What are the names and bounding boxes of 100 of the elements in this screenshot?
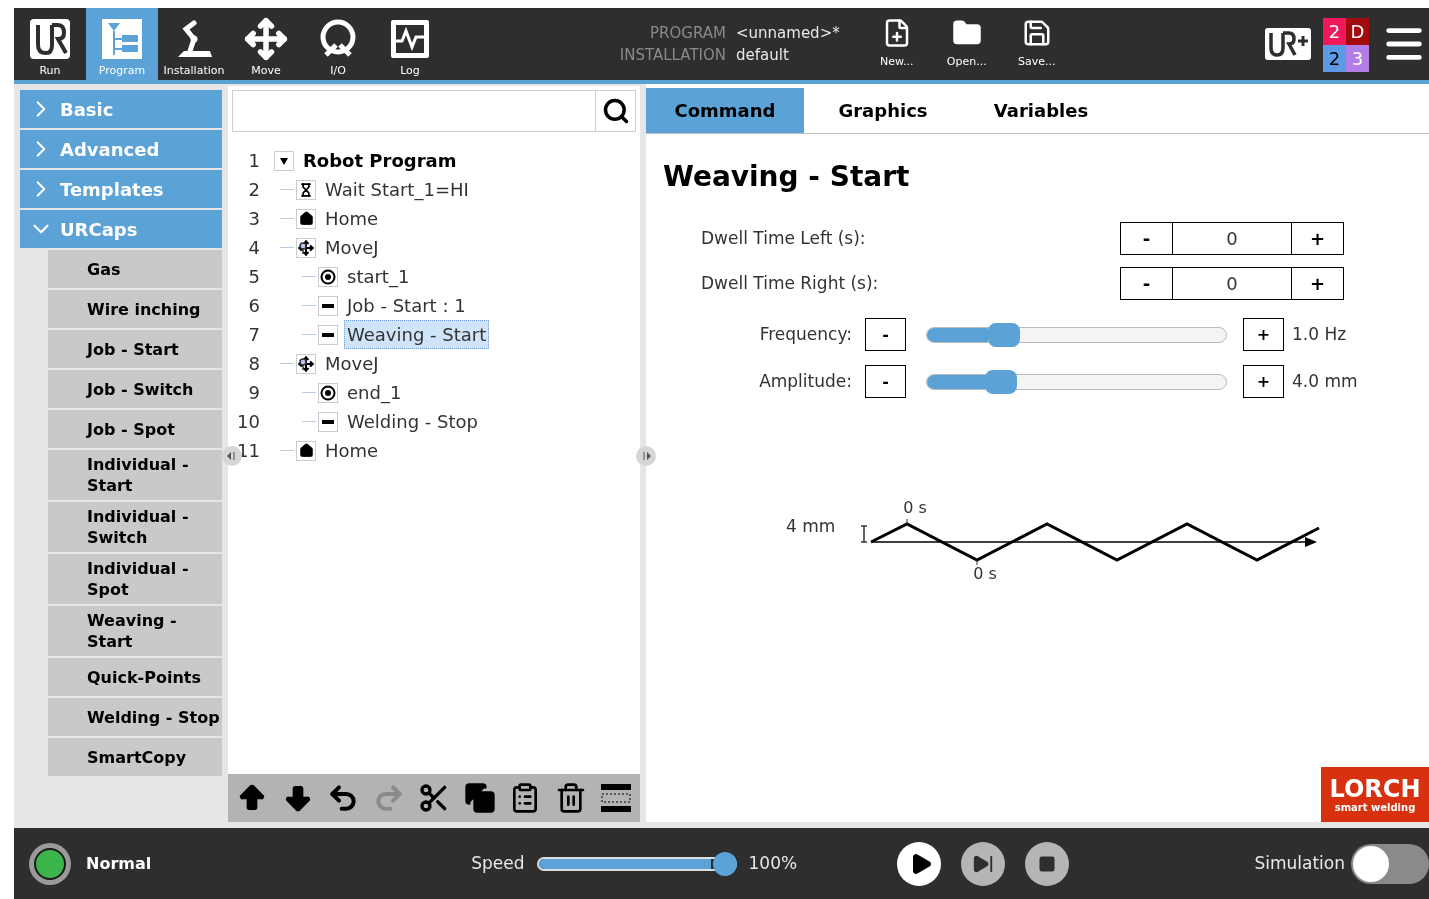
line-number: 6 (247, 294, 260, 318)
badge-cell: 2 (1323, 18, 1346, 45)
tree-node-label[interactable]: Weaving - Start (344, 320, 490, 349)
slider-label: Amplitude: (758, 369, 852, 393)
slider[interactable] (926, 369, 1227, 394)
decrement-button[interactable]: - (865, 318, 906, 351)
file-button[interactable]: New... (861, 8, 932, 80)
minus-icon (318, 324, 338, 345)
urcap-item[interactable]: Welding - Stop (48, 698, 222, 736)
program-label: PROGRAM (649, 23, 726, 44)
urcap-item[interactable]: Individual - Switch (48, 502, 222, 552)
line-number: 10 (236, 410, 260, 434)
dwell-label: Dwell Time Right (s): (701, 271, 879, 295)
move-arrows-icon (244, 16, 288, 61)
urcap-item[interactable]: Job - Spot (48, 410, 222, 448)
nav-tab[interactable]: Run (14, 8, 86, 80)
search-icon[interactable] (601, 97, 630, 125)
stop-icon (1038, 854, 1057, 873)
panel-tab[interactable]: Command (646, 88, 804, 133)
pin-icon (299, 241, 307, 254)
line-number: 11 (236, 439, 260, 463)
badge-cell: D (1346, 18, 1369, 45)
increment-button[interactable]: + (1243, 318, 1284, 351)
tick-mark (906, 518, 908, 525)
nav-tab[interactable]: Move (230, 8, 302, 80)
slider-reading: 1.0 Hz (1292, 322, 1347, 346)
line-number: 9 (247, 381, 260, 405)
simulation-toggle[interactable] (1351, 843, 1429, 884)
urplus-logo-icon (1265, 28, 1311, 60)
tree-node-label[interactable]: MoveJ (322, 233, 382, 262)
badge-cell: 3 (1346, 45, 1369, 72)
tree-node-label[interactable]: Job - Start : 1 (344, 291, 469, 320)
speed-label: Speed (471, 851, 525, 875)
increment-button[interactable]: + (1243, 365, 1284, 398)
tree-node-label[interactable]: Robot Program (300, 146, 460, 175)
robot-logo-icon (28, 16, 72, 61)
tick-mark (976, 559, 978, 566)
waypoint-icon (318, 266, 338, 287)
line-number: 4 (247, 236, 260, 260)
nav-tab[interactable]: I/O (302, 8, 374, 80)
file-button[interactable]: Save... (1001, 8, 1072, 80)
slider-fill (927, 374, 986, 389)
minus-icon (318, 411, 338, 432)
amplitude-bracket-icon (860, 525, 869, 543)
status-indicator-icon (28, 841, 72, 886)
line-number: 1 (247, 149, 260, 173)
speed-slider[interactable] (536, 851, 737, 876)
brand-logo: LORCH smart welding (1321, 767, 1429, 822)
urcap-item[interactable]: Weaving - Start (48, 606, 222, 656)
file-button[interactable]: Open... (931, 8, 1002, 80)
speed-reading: 100% (748, 851, 798, 875)
collapse-handle-icon[interactable] (636, 446, 656, 466)
urcap-item[interactable]: Job - Switch (48, 370, 222, 408)
nav-tab[interactable]: Installation (158, 8, 230, 80)
command-title: Weaving - Start (663, 159, 911, 195)
time-label: 0 s (903, 500, 927, 516)
robot-status: Normal (86, 852, 152, 875)
search-field[interactable] (232, 90, 636, 132)
slider-label: Frequency: (758, 322, 852, 346)
line-number: 8 (247, 352, 260, 376)
tree-node-label[interactable]: Home (322, 436, 382, 465)
urcap-item[interactable]: Job - Start (48, 330, 222, 368)
home-icon (296, 208, 316, 229)
slider[interactable] (926, 322, 1227, 347)
urcap-item[interactable]: Wire inching (48, 290, 222, 328)
home-icon (296, 440, 316, 461)
tree-node-label[interactable]: Home (322, 204, 382, 233)
line-number: 5 (247, 265, 260, 289)
line-number: 3 (247, 207, 260, 231)
dwell-label: Dwell Time Left (s): (701, 226, 866, 250)
tree-node-label[interactable]: start_1 (344, 262, 413, 291)
tree-node-label[interactable]: MoveJ (322, 349, 382, 378)
slider-thumb[interactable] (985, 369, 1018, 394)
urcap-item[interactable]: SmartCopy (48, 738, 222, 776)
urcap-item[interactable]: Gas (48, 250, 222, 288)
copy-icon[interactable] (463, 782, 496, 814)
slider-thumb[interactable] (712, 851, 737, 876)
slider-thumb[interactable] (987, 322, 1020, 347)
nav-tab[interactable]: Log (374, 8, 446, 80)
decrement-button[interactable]: - (865, 365, 906, 398)
tree-node-label[interactable]: end_1 (344, 378, 405, 407)
undo-icon[interactable] (327, 782, 359, 814)
suppress-icon[interactable] (600, 782, 632, 814)
urcap-item[interactable]: Individual - Start (48, 450, 222, 500)
tree-node-label[interactable]: Wait Start_1=HI (322, 175, 472, 204)
time-label: 0 s (973, 566, 997, 582)
urcap-item[interactable]: Individual - Spot (48, 554, 222, 604)
hourglass-icon (296, 179, 316, 200)
tree-node-label[interactable]: Welding - Stop (344, 407, 481, 436)
urcap-item[interactable]: Quick-Points (48, 658, 222, 696)
badge-cell: 2 (1323, 45, 1346, 72)
slider-fill (927, 327, 989, 342)
program-name: <unnamed>* (736, 23, 840, 44)
waypoint-icon (318, 382, 338, 403)
installation-label: INSTALLATION (618, 45, 726, 66)
slider-reading: 4.0 mm (1292, 369, 1358, 393)
line-number: 2 (247, 178, 260, 202)
amplitude-label: 4 mm (786, 515, 836, 538)
expand-toggle-icon[interactable] (274, 150, 294, 171)
pin-icon (299, 357, 307, 370)
